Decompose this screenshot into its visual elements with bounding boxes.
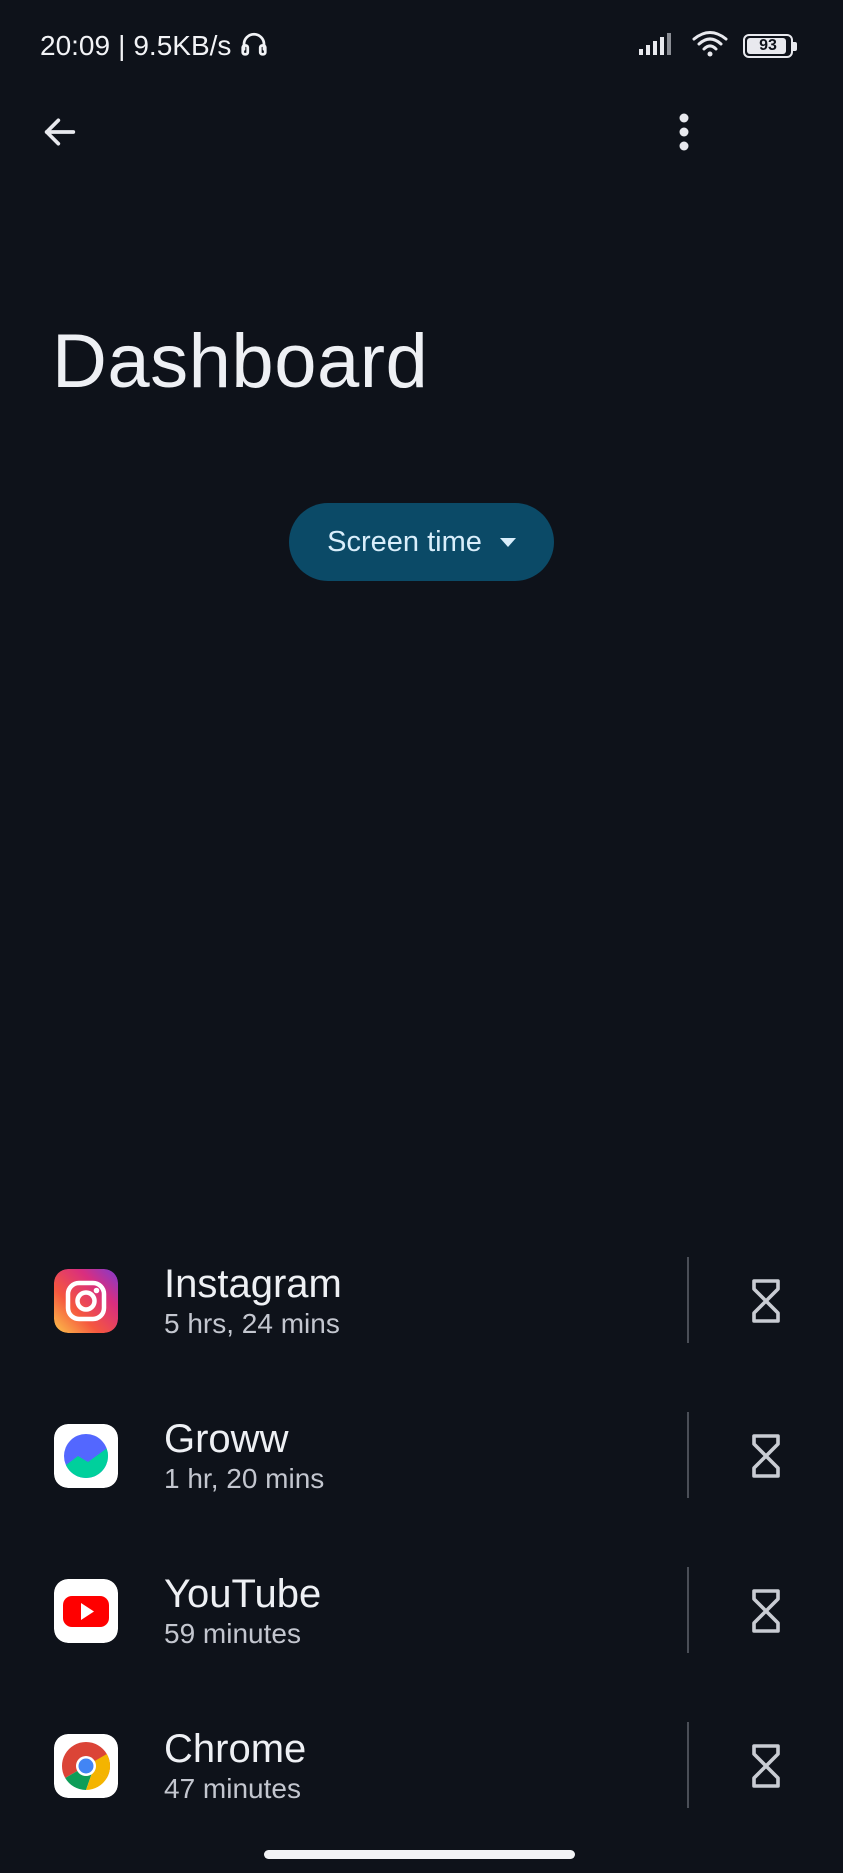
metric-dropdown[interactable]: Screen time [289,503,554,581]
digital-wellbeing-screen: 20:09 | 9.5KB/s 93 Dashboard Screen time… [0,0,843,1873]
app-name: Chrome [164,1727,307,1771]
status-network-speed: 9.5KB/s [133,30,232,61]
battery-level: 93 [759,37,777,54]
app-text: YouTube 59 minutes [164,1571,321,1651]
app-usage-list: Instagram 5 hrs, 24 mins Groww 1 hr, 20 … [0,1245,843,1865]
hourglass-icon [752,1434,780,1478]
app-name: Instagram [164,1262,342,1306]
battery-nub [793,42,797,51]
status-time: 20:09 [40,30,111,61]
hourglass-icon [752,1744,780,1788]
row-divider [687,1567,689,1653]
status-separator: | [118,30,126,61]
status-bar: 20:09 | 9.5KB/s 93 [0,0,843,90]
app-timer-button[interactable] [740,1426,792,1486]
app-text: Chrome 47 minutes [164,1726,306,1806]
app-row-chrome[interactable]: Chrome 47 minutes [0,1710,843,1865]
more-options-button[interactable] [660,108,708,156]
hourglass-icon [752,1279,780,1323]
row-divider [687,1412,689,1498]
instagram-icon [54,1269,118,1333]
signal-icon [637,31,677,62]
battery-icon: 93 [743,34,797,58]
home-gesture-bar[interactable] [264,1850,575,1859]
row-divider [687,1722,689,1808]
app-timer-button[interactable] [740,1271,792,1331]
app-text: Instagram 5 hrs, 24 mins [164,1261,342,1341]
app-timer-button[interactable] [740,1581,792,1641]
youtube-icon [54,1579,118,1643]
app-usage-time: 5 hrs, 24 mins [164,1308,340,1339]
status-bar-right: 93 [637,28,797,64]
app-name: Groww [164,1417,289,1461]
app-usage-time: 59 minutes [164,1618,301,1649]
app-text: Groww 1 hr, 20 mins [164,1416,324,1496]
more-vert-icon [679,113,689,151]
app-row-youtube[interactable]: YouTube 59 minutes [0,1555,843,1710]
back-button[interactable] [36,108,84,156]
app-usage-time: 1 hr, 20 mins [164,1463,325,1494]
hourglass-icon [752,1589,780,1633]
app-name: YouTube [164,1572,322,1616]
status-bar-left: 20:09 | 9.5KB/s [40,26,269,66]
arrow-left-icon [44,118,76,146]
app-row-instagram[interactable]: Instagram 5 hrs, 24 mins [0,1245,843,1400]
caret-down-icon [499,537,516,547]
groww-icon [54,1424,118,1488]
app-usage-time: 47 minutes [164,1773,301,1804]
page-title: Dashboard [52,319,429,404]
chrome-icon [54,1734,118,1798]
wifi-icon [691,29,729,64]
row-divider [687,1257,689,1343]
app-timer-button[interactable] [740,1736,792,1796]
app-row-groww[interactable]: Groww 1 hr, 20 mins [0,1400,843,1555]
metric-dropdown-label: Screen time [327,525,482,558]
headphones-icon [239,28,269,65]
